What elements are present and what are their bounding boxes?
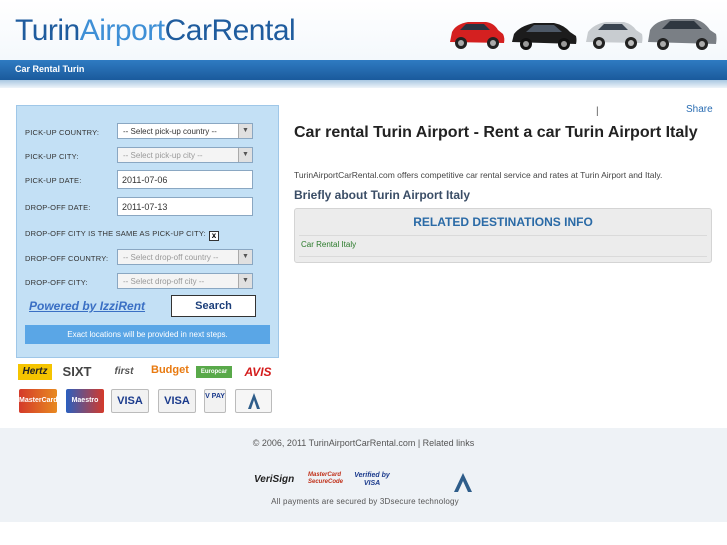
black-car-image bbox=[512, 23, 577, 50]
pickup-country-select[interactable]: -- Select pick-up country -- ▼ bbox=[117, 123, 253, 139]
europcar-logo: Europcar bbox=[196, 366, 232, 378]
secure-payments-text: All payments are secured by 3Dsecure tec… bbox=[271, 497, 459, 506]
pickup-country-label: PICK-UP COUNTRY: bbox=[25, 128, 100, 137]
site-header: TurinAirportCarRental bbox=[0, 0, 727, 60]
pickup-city-select[interactable]: -- Select pick-up city -- ▼ bbox=[117, 147, 253, 163]
budget-logo: Budget bbox=[151, 364, 189, 376]
same-city-checkbox[interactable]: x bbox=[209, 231, 219, 241]
silver-car-image bbox=[586, 22, 643, 49]
divider bbox=[299, 235, 707, 236]
chevron-down-icon: ▼ bbox=[238, 124, 252, 138]
main-content: | Share PICK-UP COUNTRY: -- Select pick-… bbox=[0, 88, 727, 428]
copyright-text[interactable]: © 2006, 2011 TurinAirportCarRental.com |… bbox=[0, 438, 727, 448]
amex-icon bbox=[235, 389, 272, 413]
search-button[interactable]: Search bbox=[171, 295, 256, 317]
dropoff-date-input[interactable]: 2011-07-13 bbox=[117, 197, 253, 216]
footer-band: © 2006, 2011 TurinAirportCarRental.com |… bbox=[0, 428, 727, 522]
grey-car-image bbox=[648, 19, 717, 50]
chevron-down-icon: ▼ bbox=[238, 148, 252, 162]
nav-bar: Car Rental Turin bbox=[0, 60, 727, 80]
visa-icon: VISA bbox=[111, 389, 149, 413]
briefly-heading: Briefly about Turin Airport Italy bbox=[294, 188, 471, 202]
share-separator: | bbox=[596, 106, 599, 117]
verisign-logo: VeriSign bbox=[254, 474, 295, 485]
hertz-logo: Hertz bbox=[18, 364, 52, 380]
nav-link-car-rental-turin[interactable]: Car Rental Turin bbox=[15, 64, 84, 74]
3dsecure-icon bbox=[454, 473, 472, 492]
dropoff-city-label: DROP-OFF CITY: bbox=[25, 278, 88, 287]
logo-part-3: CarRental bbox=[164, 14, 296, 47]
dropoff-country-select[interactable]: -- Select drop-off country -- ▼ bbox=[117, 249, 253, 265]
maestro-icon: Maestro bbox=[66, 389, 104, 413]
mastercard-securecode-logo: MasterCard SecureCode bbox=[308, 472, 344, 485]
security-seals: VeriSign MasterCard SecureCode Verified … bbox=[250, 472, 480, 506]
mastercard-icon: MasterCard bbox=[19, 389, 58, 413]
share-link[interactable]: Share bbox=[686, 104, 713, 115]
search-form: PICK-UP COUNTRY: -- Select pick-up count… bbox=[16, 105, 279, 358]
page-title: Car rental Turin Airport - Rent a car Tu… bbox=[294, 124, 698, 141]
divider bbox=[299, 256, 707, 257]
logo-part-2: Airport bbox=[79, 14, 165, 47]
page-description: TurinAirportCarRental.com offers competi… bbox=[294, 170, 663, 180]
dropoff-country-label: DROP-OFF COUNTRY: bbox=[25, 254, 109, 263]
visa-electron-icon: VISA bbox=[158, 389, 196, 413]
site-logo[interactable]: TurinAirportCarRental bbox=[15, 14, 296, 48]
first-logo: first bbox=[114, 366, 134, 377]
pickup-date-label: PICK-UP DATE: bbox=[25, 176, 82, 185]
pickup-city-label: PICK-UP CITY: bbox=[25, 152, 79, 161]
related-destinations-box: RELATED DESTINATIONS INFO Car Rental Ita… bbox=[294, 208, 712, 263]
site-footer: © 2006, 2011 TurinAirportCarRental.com |… bbox=[0, 428, 727, 545]
dropoff-country-value: -- Select drop-off country -- bbox=[123, 253, 219, 262]
dropoff-city-select[interactable]: -- Select drop-off city -- ▼ bbox=[117, 273, 253, 289]
red-car-image bbox=[450, 22, 505, 49]
powered-by-link[interactable]: Powered by IzziRent bbox=[29, 299, 145, 313]
chevron-down-icon: ▼ bbox=[238, 250, 252, 264]
dropoff-date-label: DROP-OFF DATE: bbox=[25, 203, 91, 212]
pickup-date-input[interactable]: 2011-07-06 bbox=[117, 170, 253, 189]
pickup-city-value: -- Select pick-up city -- bbox=[123, 151, 203, 160]
car-rental-italy-link[interactable]: Car Rental Italy bbox=[301, 240, 356, 249]
pickup-country-value: -- Select pick-up country -- bbox=[123, 127, 217, 136]
dropoff-city-value: -- Select drop-off city -- bbox=[123, 277, 205, 286]
nav-shadow bbox=[0, 80, 727, 88]
location-info-bar: Exact locations will be provided in next… bbox=[25, 325, 270, 344]
chevron-down-icon: ▼ bbox=[238, 274, 252, 288]
pickup-date-value: 2011-07-06 bbox=[122, 175, 168, 185]
sixt-logo: SIXT bbox=[62, 364, 92, 379]
verified-by-visa-logo: Verified by VISA bbox=[354, 472, 390, 487]
logo-part-1: Turin bbox=[15, 14, 80, 47]
same-city-label: DROP-OFF CITY IS THE SAME AS PICK-UP CIT… bbox=[25, 229, 206, 238]
dropoff-date-value: 2011-07-13 bbox=[122, 202, 168, 212]
related-destinations-title: RELATED DESTINATIONS INFO bbox=[413, 215, 593, 229]
avis-logo: AVIS bbox=[244, 365, 272, 379]
vpay-icon: V PAY bbox=[204, 389, 226, 413]
